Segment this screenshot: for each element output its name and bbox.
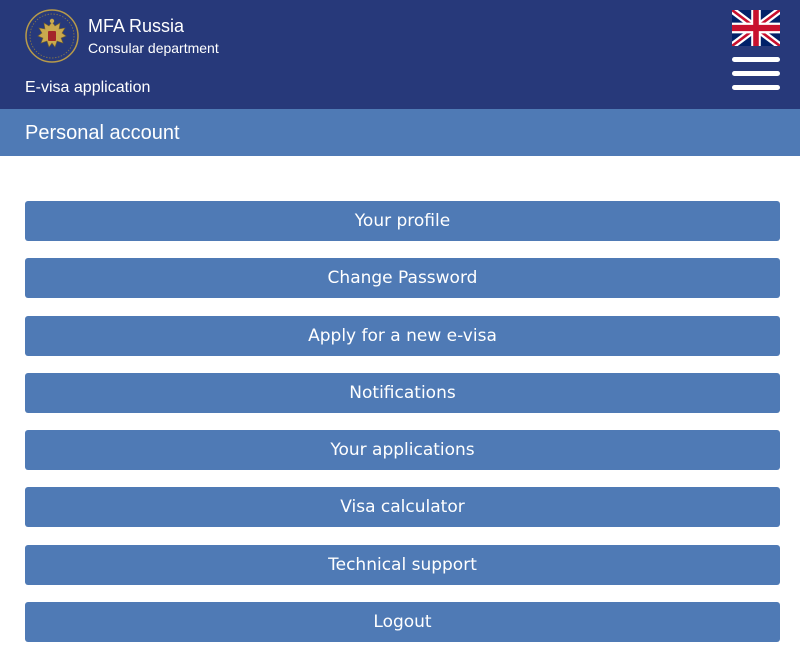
page-title-bar: Personal account [0,109,800,156]
hamburger-menu-icon[interactable] [732,55,780,93]
your-profile-button[interactable]: Your profile [25,201,780,241]
uk-flag-icon[interactable] [732,10,780,46]
page-title: Personal account [25,122,180,144]
your-applications-button[interactable]: Your applications [25,430,780,471]
site-header: MFA Russia Consular department E-visa ap… [0,0,800,109]
menu-bar [732,85,780,90]
org-department: Consular department [88,40,219,56]
change-password-button[interactable]: Change Password [25,258,780,299]
notifications-button[interactable]: Notifications [25,372,780,413]
menu-bar [732,57,780,62]
org-name: MFA Russia [88,16,185,36]
apply-new-evisa-button[interactable]: Apply for a new e-visa [25,315,780,356]
menu-bar [732,71,780,76]
app-name: E-visa application [25,79,151,96]
visa-calculator-button[interactable]: Visa calculator [25,487,780,528]
coat-of-arms-icon [25,9,79,63]
logout-button[interactable]: Logout [25,602,780,643]
technical-support-button[interactable]: Technical support [25,544,780,585]
account-menu: Your profile Change Password Apply for a… [25,201,780,659]
